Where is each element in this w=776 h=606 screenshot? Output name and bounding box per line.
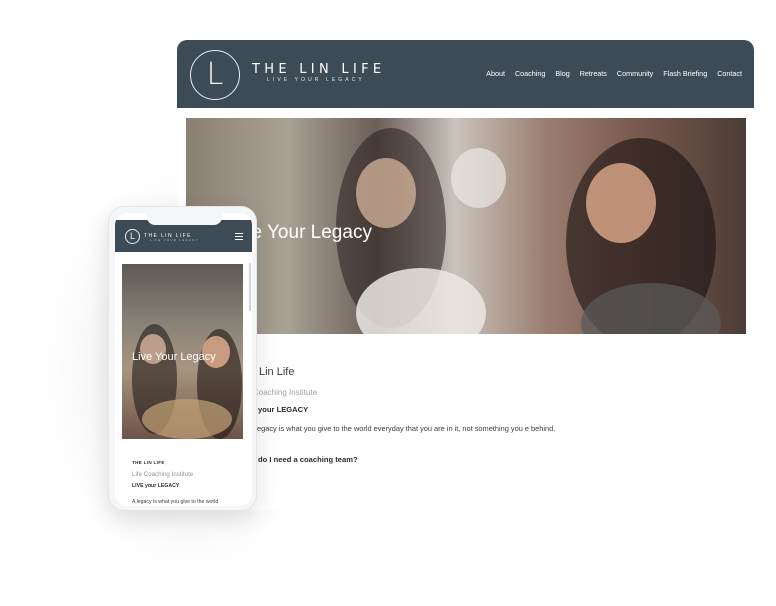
mobile-section-subtitle: Life Coaching Institute: [132, 471, 194, 478]
mobile-scrollbar[interactable]: [249, 263, 251, 311]
hamburger-menu-icon[interactable]: [235, 233, 243, 240]
nav-contact[interactable]: Contact: [717, 69, 742, 78]
nav-blog[interactable]: Blog: [555, 69, 569, 78]
phone-mockup: L THE LIN LIFE LIVE YOUR LEGACY Live You…: [108, 206, 257, 511]
phone-screen: L THE LIN LIFE LIVE YOUR LEGACY Live You…: [115, 213, 252, 506]
hero-image: ve Your Legacy: [186, 118, 746, 334]
nav-coaching[interactable]: Coaching: [515, 69, 545, 78]
phone-notch: [147, 213, 222, 225]
desktop-mockup: L THE LIN LIFE LIVE YOUR LEGACY About Co…: [177, 40, 754, 510]
nav-flash-briefing[interactable]: Flash Briefing: [663, 69, 707, 78]
nav-about[interactable]: About: [486, 69, 505, 78]
mobile-section-heading: LIVE your LEGACY: [132, 483, 180, 489]
section-question: do I need a coaching team?: [258, 455, 358, 464]
mobile-brand-tagline: LIVE YOUR LEGACY: [150, 239, 200, 242]
hero-title: ve Your Legacy: [242, 222, 372, 243]
brand-name[interactable]: THE LIN LIFE: [252, 63, 385, 77]
mobile-section-paragraph: A legacy is what you give to the world e…: [132, 499, 219, 505]
mobile-section-title: THE LIN LIFE: [132, 460, 165, 465]
section-subtitle: Coaching Institute: [253, 388, 318, 397]
nav-community[interactable]: Community: [617, 69, 653, 78]
site-header: L THE LIN LIFE LIVE YOUR LEGACY About Co…: [177, 40, 754, 108]
mobile-logo-icon[interactable]: L: [125, 229, 140, 244]
section-paragraph: egacy is what you give to the world ever…: [257, 424, 556, 433]
brand-tagline: LIVE YOUR LEGACY: [267, 77, 365, 83]
section-heading: your LEGACY: [258, 405, 309, 414]
mobile-hero-title: Live Your Legacy: [132, 351, 216, 363]
nav-retreats[interactable]: Retreats: [580, 69, 607, 78]
logo-icon[interactable]: L: [190, 50, 240, 100]
mobile-hero-image: Live Your Legacy: [122, 264, 243, 439]
section-title: Lin Life: [259, 366, 295, 378]
main-nav: About Coaching Blog Retreats Community F…: [486, 69, 742, 78]
logo-letter: L: [206, 57, 224, 92]
